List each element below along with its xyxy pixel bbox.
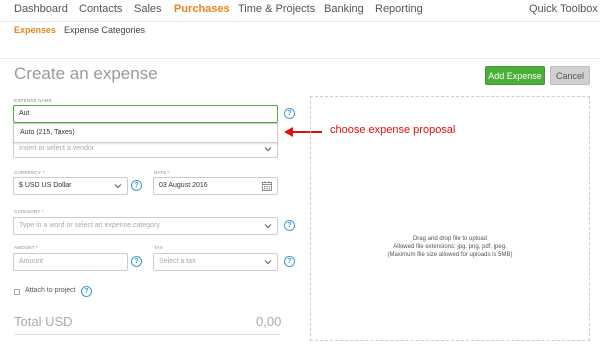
nav-reporting[interactable]: Reporting — [375, 3, 423, 15]
cancel-button[interactable]: Cancel — [550, 66, 590, 85]
suggestion-option[interactable]: Auto (215, Taxes) — [20, 129, 75, 136]
help-icon[interactable]: ? — [131, 256, 142, 267]
expense-name-field[interactable]: Aut — [13, 105, 278, 123]
expense-name-label: EXPENSE NAME — [14, 98, 52, 103]
page-title: Create an expense — [14, 64, 158, 83]
help-icon[interactable]: ? — [131, 180, 142, 191]
dropzone-line-1: Drag and drop file to upload — [412, 236, 488, 242]
date-label: DATE * — [154, 170, 170, 175]
nav-sales[interactable]: Sales — [134, 3, 162, 15]
currency-label: CURRENCY * — [14, 170, 45, 175]
category-label: CATEGORY * — [14, 209, 44, 214]
expense-name-value: Aut — [19, 110, 30, 117]
calendar-icon[interactable] — [262, 181, 272, 191]
amount-field[interactable]: Amount — [13, 253, 128, 271]
add-expense-button[interactable]: Add Expense — [485, 66, 545, 85]
nav-contacts[interactable]: Contacts — [79, 3, 122, 15]
file-dropzone[interactable]: Drag and drop file to upload Allowed fil… — [310, 96, 590, 341]
amount-label: AMOUNT * — [14, 245, 39, 250]
amount-placeholder: Amount — [19, 258, 44, 265]
nav-banking[interactable]: Banking — [324, 3, 364, 15]
chevron-down-icon — [264, 147, 272, 152]
dropzone-line-2: Allowed file extensions: jpg, png, pdf, … — [393, 244, 507, 250]
tab-expenses[interactable]: Expenses — [14, 25, 56, 35]
date-field[interactable]: 03 August 2016 — [153, 177, 278, 195]
nav-purchases[interactable]: Purchases — [174, 3, 230, 15]
total-label: Total USD — [14, 314, 73, 329]
help-icon[interactable]: ? — [284, 256, 295, 267]
chevron-down-icon — [264, 260, 272, 265]
help-icon[interactable]: ? — [284, 220, 295, 231]
nav-time-projects[interactable]: Time & Projects — [238, 3, 315, 15]
help-icon[interactable]: ? — [284, 108, 295, 119]
chevron-down-icon — [264, 224, 272, 229]
chevron-down-icon — [114, 184, 122, 189]
category-placeholder: Type in a word or select an expense cate… — [19, 222, 160, 229]
total-divider — [14, 334, 280, 335]
attach-project-checkbox[interactable] — [14, 289, 20, 295]
category-select[interactable]: Type in a word or select an expense cate… — [13, 217, 278, 235]
currency-select[interactable]: $ USD US Dollar — [13, 177, 128, 195]
expense-suggestion-dropdown: Auto (215, Taxes) — [13, 123, 278, 143]
vendor-placeholder: Insert or select a vendor — [19, 145, 95, 152]
tax-label: TAX — [154, 245, 164, 250]
currency-value: $ USD US Dollar — [19, 182, 72, 189]
tab-expense-categories[interactable]: Expense Categories — [64, 25, 145, 35]
date-value: 03 August 2016 — [159, 182, 208, 189]
header-divider — [0, 58, 600, 59]
attach-project-label: Attach to project — [25, 287, 76, 294]
total-value: 0,00 — [256, 314, 282, 329]
dropzone-line-3: (Maximum file size allowed for uploads i… — [387, 252, 513, 258]
sub-navigation: Expenses Expense Categories — [0, 22, 600, 42]
nav-dashboard[interactable]: Dashboard — [14, 3, 68, 15]
tax-select[interactable]: Select a tax — [153, 253, 278, 271]
top-navigation: Dashboard Contacts Sales Purchases Time … — [0, 0, 600, 22]
tax-placeholder: Select a tax — [159, 258, 196, 265]
help-icon[interactable]: ? — [81, 286, 92, 297]
nav-quick-toolbox[interactable]: Quick Toolbox — [529, 3, 598, 15]
